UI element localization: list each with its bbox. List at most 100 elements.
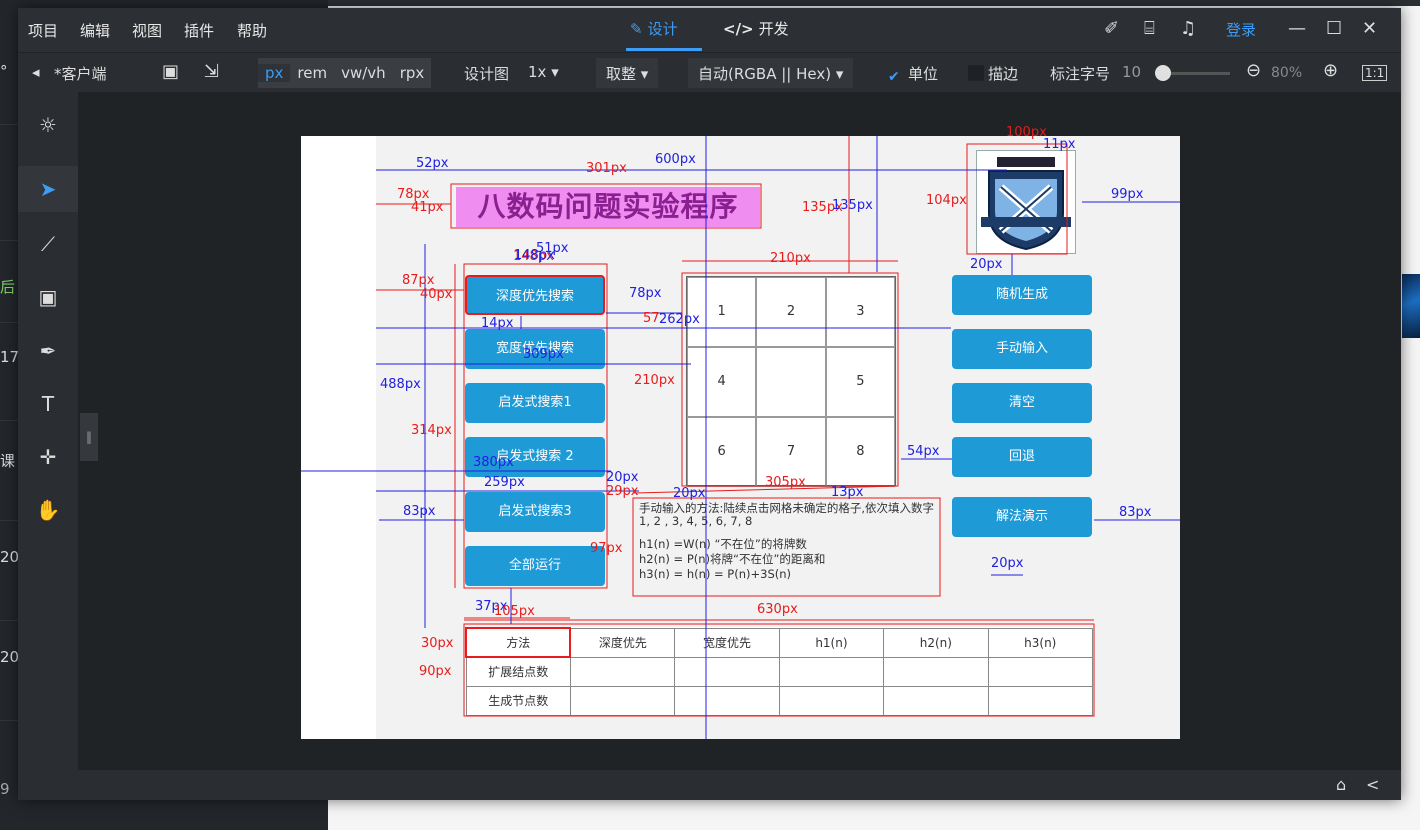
hand-icon[interactable]: ✋ [33,495,63,525]
measure-label: 210px [770,251,811,266]
rounding-value: 取整 [606,65,637,83]
unit-rem[interactable]: rem [290,64,334,82]
sidebar-collapse-handle[interactable]: ‖ [80,413,98,461]
design-label: 设计图 [464,65,510,83]
checkbox-empty-icon [968,65,984,81]
measure-label: 97px [590,541,623,556]
statusbar: ⌂ < [18,770,1401,800]
background-text: 20 [0,548,20,566]
measure-label: 600px [655,152,696,167]
background-text: 9 [0,780,10,798]
measure-label: 29px [606,484,639,499]
maximize-icon[interactable]: ☐ [1326,18,1342,39]
measure-label: 54px [907,444,940,459]
design-canvas: 八数码问题实验程序 深度优先搜索 宽度优先搜索 启发式搜索1 启发式搜索 2 启… [301,125,1180,739]
red-guides [376,136,1095,717]
measure-label: 20px [673,486,706,501]
measure-label: 135px [832,198,873,213]
brush-icon[interactable]: ✐ [1104,18,1119,39]
measure-label: 20px [991,556,1024,571]
measure-label: 40px [420,287,453,302]
measure-label: 20px [606,470,639,485]
tab-develop-label: 开发 [758,20,789,38]
stroke-checkbox[interactable]: 描边 [968,63,1018,84]
menu-view[interactable]: 视图 [132,20,162,41]
measure-label: 99px [1111,187,1144,202]
measure-label: 20px [970,257,1003,272]
back-label[interactable]: *客户端 [54,63,107,84]
menu-edit[interactable]: 编辑 [80,20,110,41]
color-format-value: 自动(RGBA || Hex) [698,65,832,83]
measure-label: 100px [1006,125,1047,140]
scale-value: 1x [528,63,547,81]
frame-icon[interactable]: ▣ [33,282,63,312]
unit-selector: px rem vw/vh rpx [258,58,432,88]
slider-knob[interactable] [1155,65,1171,81]
menu-plugins[interactable]: 插件 [184,20,214,41]
measure-label: 305px [765,475,806,490]
scale-select[interactable]: 1x ▾ [528,63,559,81]
pointer-icon[interactable]: ➤ [18,166,78,212]
crosshair-icon[interactable]: ✛ [33,442,63,472]
measure-label: 380px [473,455,514,470]
measure-label: 314px [411,423,452,438]
zoom-in-icon[interactable]: ⊕ [1323,60,1338,81]
minimize-icon[interactable]: — [1288,18,1306,39]
measure-label: 14px [481,316,514,331]
background-top-strip [328,0,1420,6]
measure-label: 78px [629,286,662,301]
tab-design-label: 设计 [647,20,678,38]
background-text: 课 [0,452,16,470]
export-icon[interactable]: ⇲ [204,61,219,82]
measure-label: 90px [419,664,452,679]
share-icon[interactable]: < [1366,775,1379,794]
background-thumbnail [1402,274,1420,338]
zoom-level: 80% [1271,65,1303,81]
measure-label: 301px [586,161,627,176]
menu-help[interactable]: 帮助 [237,20,267,41]
tab-design[interactable]: ✎ 设计 [630,18,678,39]
toolbar: ◂ *客户端 ▣ ⇲ px rem vw/vh rpx 设计图 1x ▾ 取整 … [18,52,1401,92]
color-format-select[interactable]: 自动(RGBA || Hex) ▾ [688,58,854,88]
bell-icon[interactable]: ♫ [1180,18,1196,39]
measure-label: 148px [514,248,555,263]
measure-label: 83px [403,504,436,519]
rounding-select[interactable]: 取整 ▾ [596,58,659,88]
menu-project[interactable]: 项目 [28,20,58,41]
gift-icon[interactable]: ⌸ [1144,18,1155,39]
ruler-icon[interactable]: ⟋ [33,229,63,259]
unit-px[interactable]: px [258,64,291,82]
eyedropper-icon[interactable]: ✒ [33,336,63,366]
home-icon[interactable]: ⌂ [1336,775,1346,794]
tab-active-indicator [626,48,702,51]
actual-size-icon[interactable]: 1:1 [1362,65,1388,81]
tool-sidebar: ☼ ➤ ⟋ ▣ ✒ T ✛ ✋ [18,92,78,770]
save-icon[interactable]: ▣ [162,61,179,82]
measure-label: 41px [411,200,444,215]
text-tool-icon[interactable]: T [33,389,63,419]
tab-develop[interactable]: </> 开发 [723,18,789,39]
measure-label: 259px [484,475,525,490]
measure-label: 11px [1043,137,1076,152]
check-icon: ✔ [888,69,904,85]
unit-vw[interactable]: vw/vh [334,64,393,82]
pencil-icon: ✎ [630,19,643,38]
unit-rpx[interactable]: rpx [393,64,432,82]
measure-label: 83px [1119,505,1152,520]
unit-checkbox-label: 单位 [908,65,939,83]
font-size-value: 10 [1122,63,1142,81]
unit-checkbox[interactable]: ✔ 单位 [888,63,938,85]
code-icon: </> [723,19,754,38]
back-arrow-icon[interactable]: ◂ [32,63,40,81]
measure-label: 105px [494,604,535,619]
measure-label: 309px [523,347,564,362]
measure-label: 30px [421,636,454,651]
background-text: 20 [0,648,20,666]
measure-label: 262px [659,312,700,327]
background-text: ° [0,62,8,80]
login-button[interactable]: 登录 [1226,19,1256,40]
zoom-out-icon[interactable]: ⊖ [1246,60,1261,81]
lightbulb-icon[interactable]: ☼ [33,110,63,140]
measure-label: 13px [831,485,864,500]
close-icon[interactable]: ✕ [1362,18,1377,39]
